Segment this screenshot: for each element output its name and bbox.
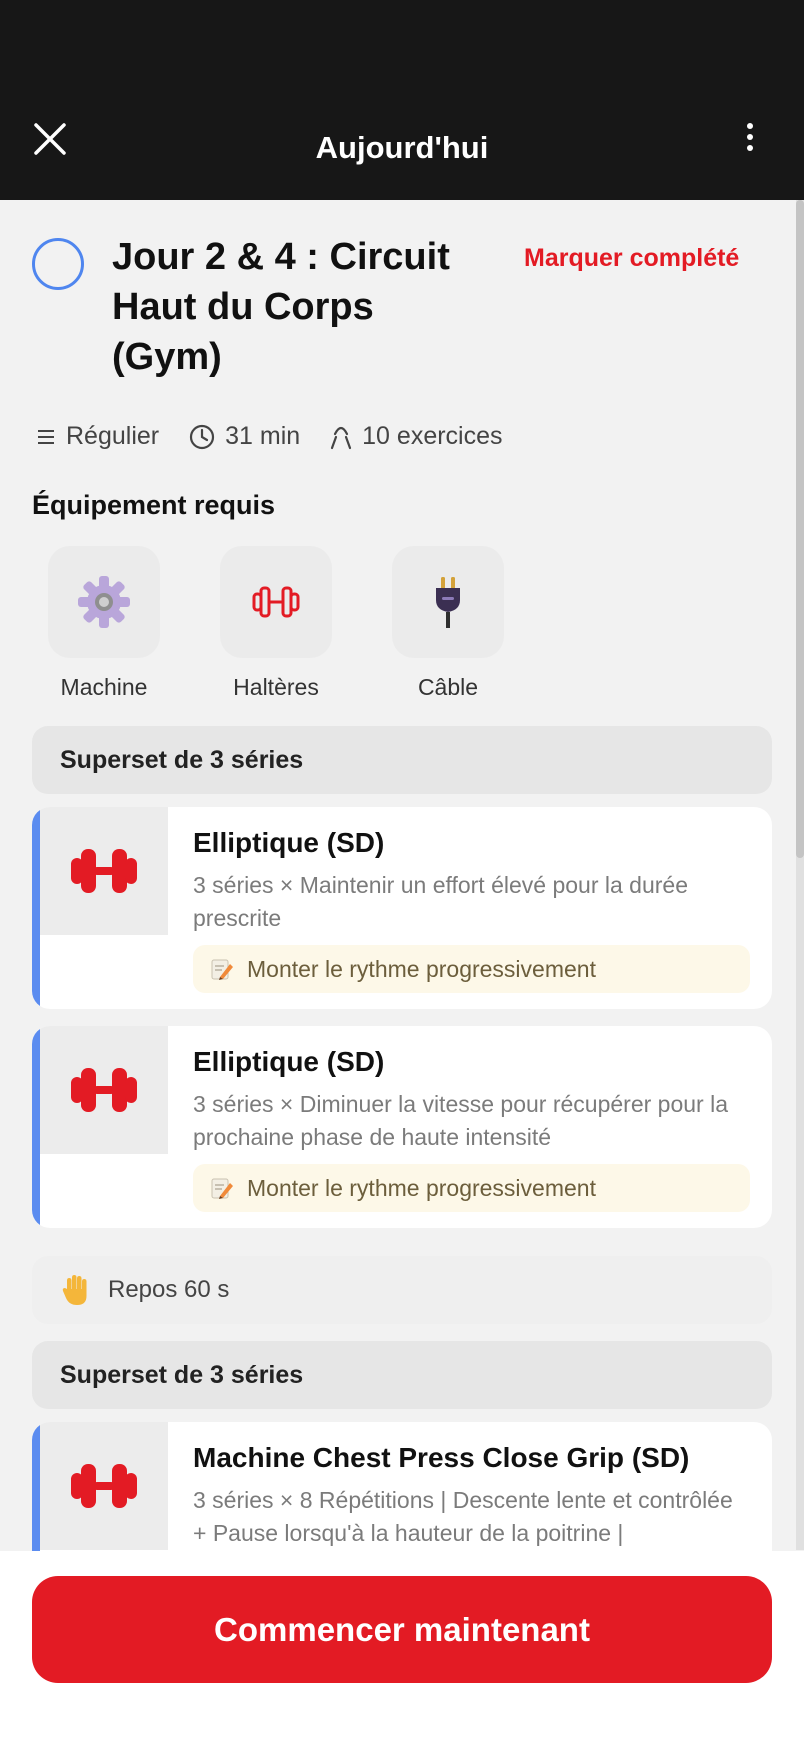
rest-row: Repos 60 s (32, 1256, 772, 1324)
exercise-thumbnail (40, 1026, 168, 1154)
equipment-label: Câble (417, 674, 479, 700)
exercise-card[interactable]: Elliptique (SD) 3 séries × Maintenir un … (32, 807, 772, 1009)
exercise-name: Elliptique (SD) (193, 1046, 385, 1077)
dumbbell-icon (252, 586, 300, 618)
scrollbar-thumb[interactable] (796, 200, 804, 858)
dumbbell-icon (71, 1068, 137, 1112)
exercise-note-text: Monter le rythme progressivement (247, 1174, 596, 1201)
equipment-label: Machine (60, 674, 148, 700)
equipment-item-dumbbells[interactable]: Haltères (211, 546, 341, 701)
superset-label: Superset de 3 séries (60, 745, 304, 774)
meta-level-label: Régulier (66, 422, 160, 450)
page-title: Aujourd'hui (315, 129, 489, 165)
workout-meta: Régulier 31 min 10 exercices (36, 422, 533, 451)
exercise-thumbnail (40, 1422, 168, 1550)
status-bar (0, 0, 804, 95)
person-icon (331, 426, 352, 449)
memo-icon (211, 1178, 233, 1199)
card-accent-bar (32, 1026, 40, 1228)
memo-icon (211, 959, 233, 980)
list-icon (38, 429, 54, 444)
exercise-note-text: Monter le rythme progressivement (247, 955, 596, 982)
exercise-description: 3 séries × Maintenir un effort élevé pou… (193, 872, 689, 931)
rest-label: Repos 60 s (108, 1276, 230, 1303)
top-bar: Aujourd'hui (0, 95, 804, 200)
mark-complete-button[interactable]: Marquer complété (524, 244, 739, 273)
exercise-name: Elliptique (SD) (193, 827, 385, 858)
superset-header: Superset de 3 séries (32, 1341, 772, 1409)
gear-icon (78, 576, 130, 628)
exercise-description: 3 séries × 8 Répétitions | Descente lent… (193, 1487, 733, 1546)
meta-exercises-label: 10 exercices (362, 422, 503, 450)
equipment-item-cable[interactable]: Câble (383, 546, 513, 701)
exercise-description: 3 séries × Diminuer la vitesse pour récu… (193, 1091, 728, 1150)
card-accent-bar (32, 807, 40, 1009)
meta-level: Régulier (36, 422, 159, 451)
equipment-item-machine[interactable]: Machine (39, 546, 169, 701)
plug-icon (436, 577, 460, 628)
dumbbell-icon (71, 1464, 137, 1508)
raised-hand-icon (62, 1275, 87, 1305)
exercise-thumbnail (40, 807, 168, 935)
meta-duration-label: 31 min (225, 422, 301, 450)
bottom-action-bar: Commencer maintenant (0, 1551, 804, 1748)
exercise-note: Monter le rythme progressivement (193, 1164, 750, 1212)
close-icon[interactable] (30, 119, 70, 159)
superset-label: Superset de 3 séries (60, 1360, 304, 1389)
workout-title: Jour 2 & 4 : Circuit Haut du Corps (Gym) (112, 236, 450, 378)
equipment-section-title: Équipement requis (32, 490, 276, 520)
exercise-note: Monter le rythme progressivement (193, 945, 750, 993)
clock-icon (190, 424, 215, 449)
complete-checkbox[interactable] (32, 238, 84, 290)
exercise-name: Machine Chest Press Close Grip (SD) (193, 1442, 690, 1473)
start-now-button[interactable]: Commencer maintenant (32, 1576, 772, 1683)
meta-duration: 31 min (189, 422, 300, 451)
more-options-icon[interactable] (738, 117, 762, 157)
meta-exercises: 10 exercices (330, 422, 503, 451)
exercise-card[interactable]: Elliptique (SD) 3 séries × Diminuer la v… (32, 1026, 772, 1228)
equipment-label: Haltères (233, 674, 319, 700)
superset-header: Superset de 3 séries (32, 726, 772, 794)
dumbbell-icon (71, 849, 137, 893)
